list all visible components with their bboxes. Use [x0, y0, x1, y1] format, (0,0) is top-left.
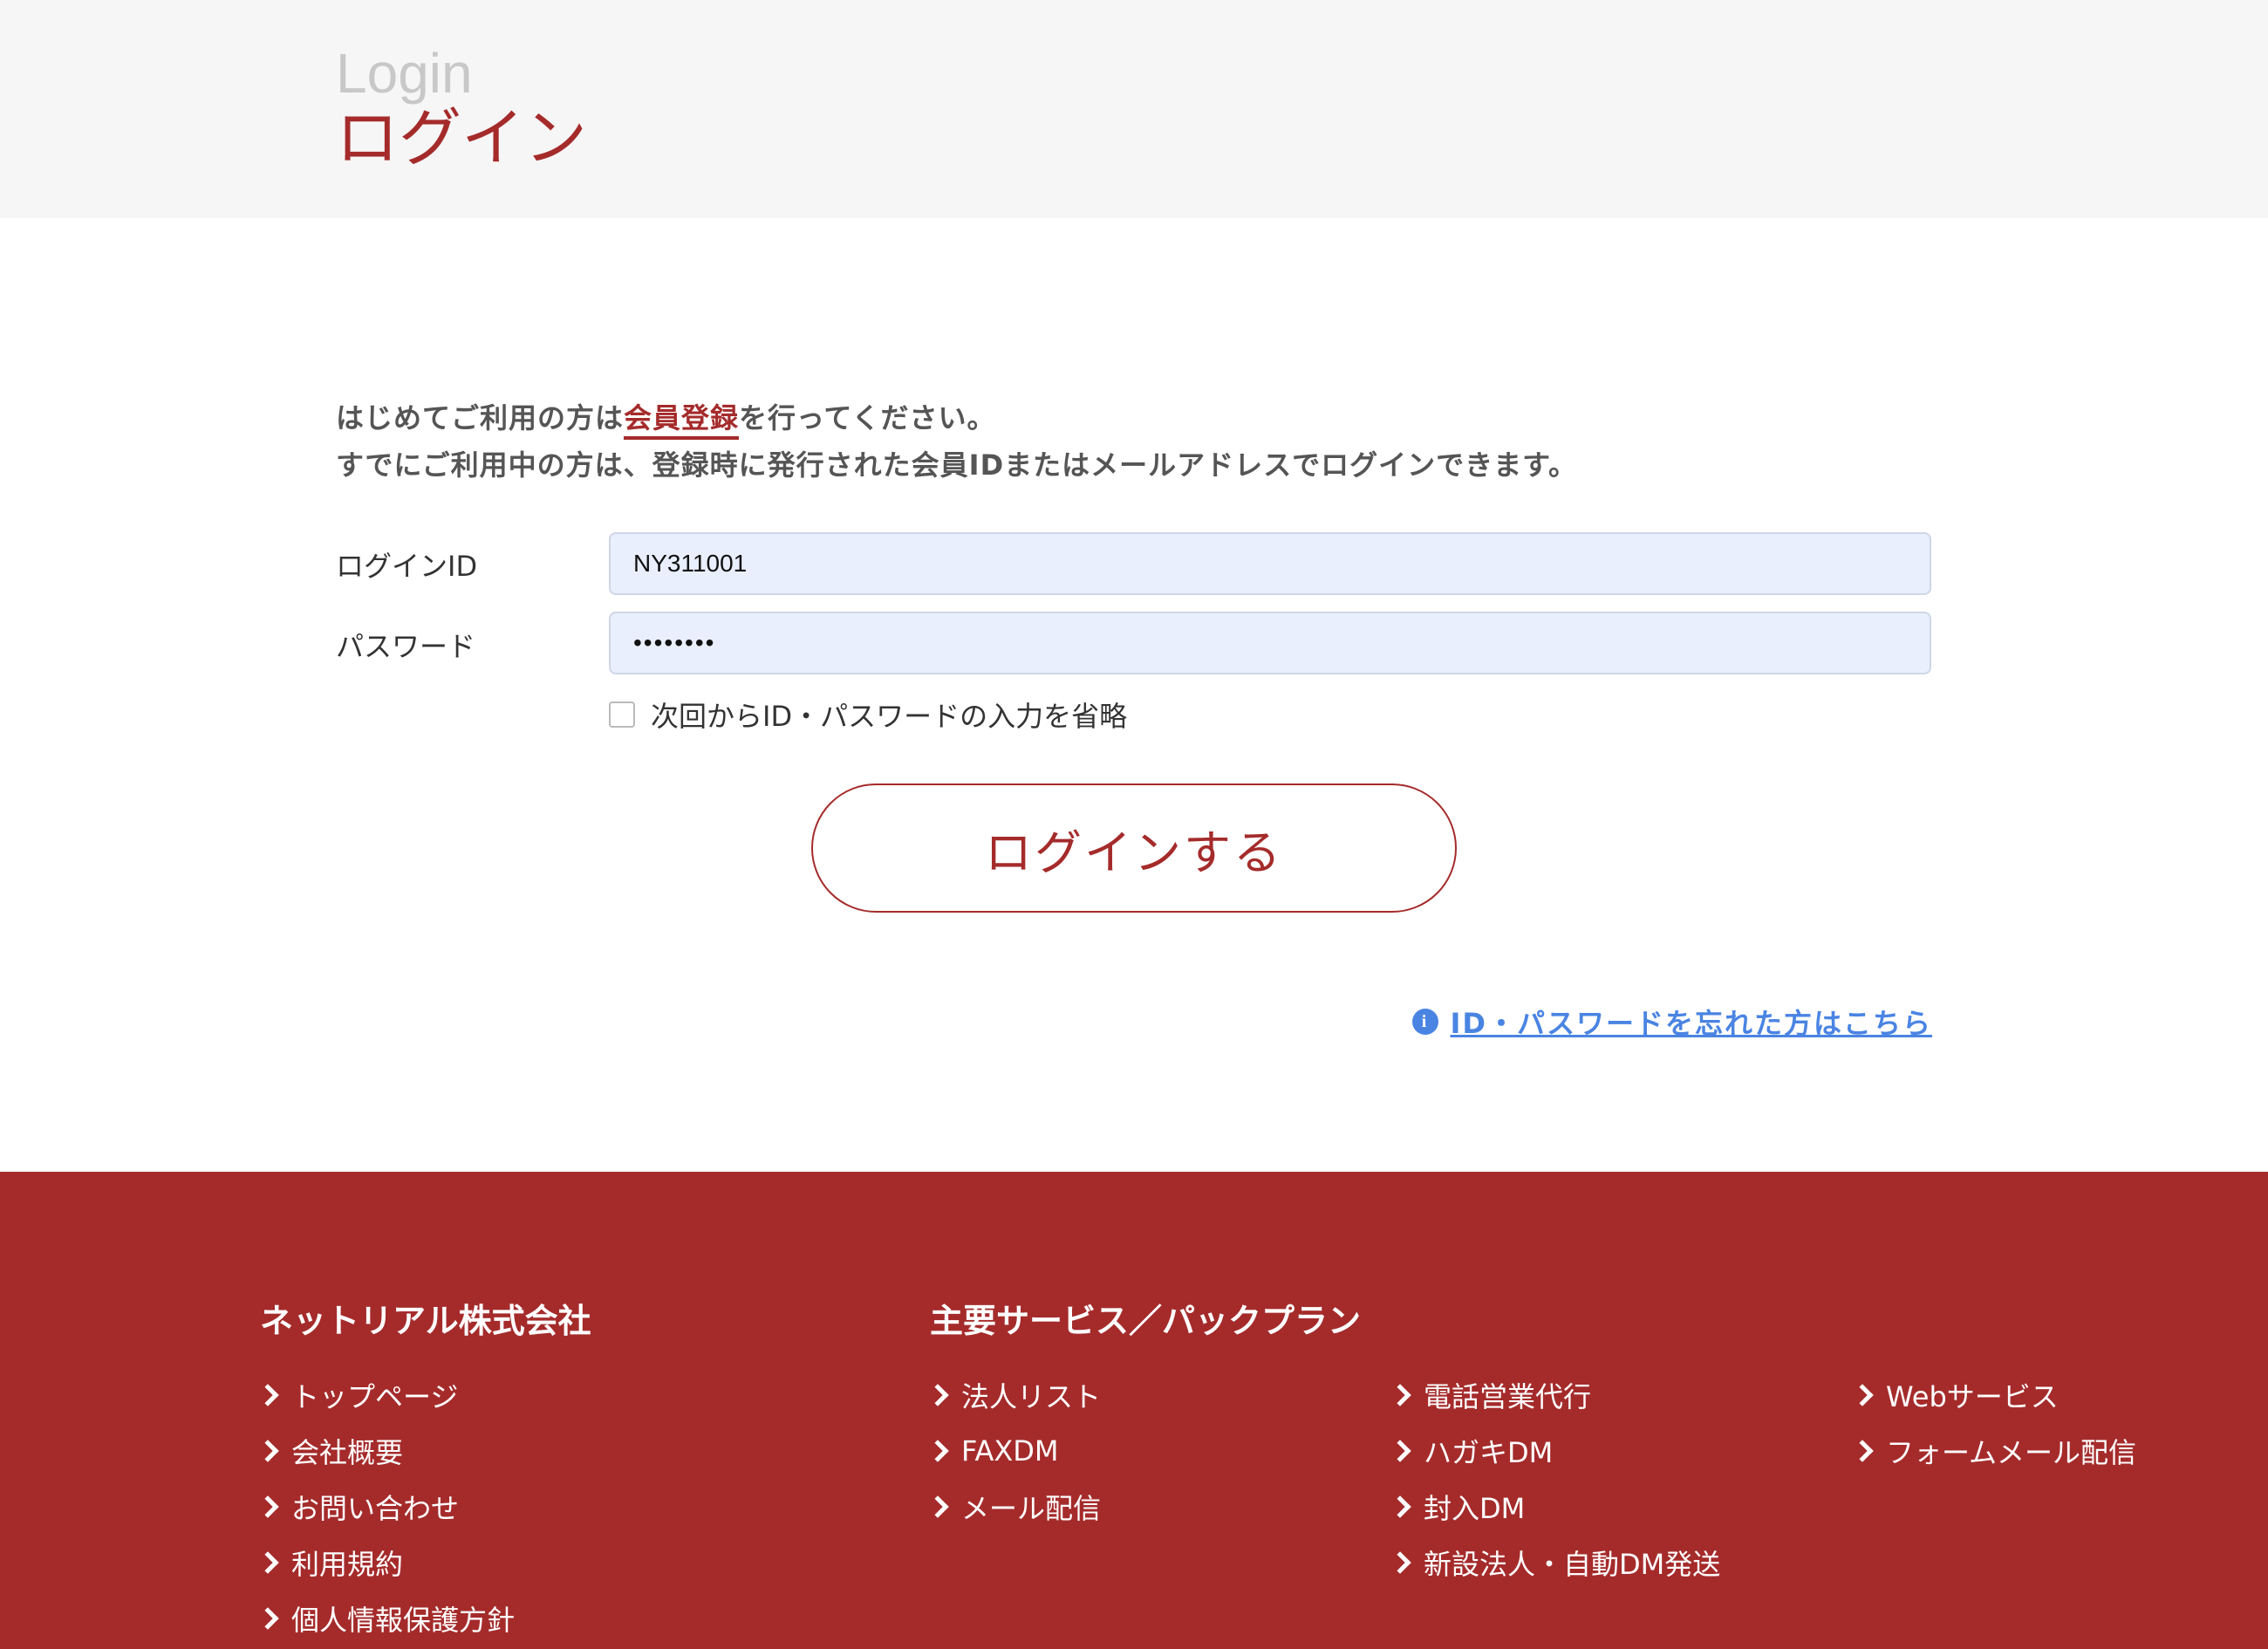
password-label: パスワード [336, 630, 476, 663]
footer-link-enclosed-dm[interactable]: 封入DM [1389, 1479, 1720, 1535]
footer: ネットリアル株式会社 主要サービス／パックプラン トップページ 会社概要 お問い… [0, 1172, 2268, 1649]
remember-me[interactable]: 次回からID・パスワードの入力を省略 [609, 694, 1127, 735]
footer-link-privacy[interactable]: 個人情報保護方針 [256, 1591, 516, 1646]
chevron-right-icon [256, 1607, 279, 1630]
footer-link-mail[interactable]: メール配信 [926, 1479, 1102, 1535]
intro-line-2: すでにご利用中の方は、登録時に発行された会員IDまたはメールアドレスでログインで… [336, 448, 1577, 482]
footer-link-web-service[interactable]: Webサービス [1851, 1367, 2136, 1423]
page-header: Login ログイン [0, 0, 2268, 218]
footer-link-top[interactable]: トップページ [256, 1367, 515, 1423]
page-title: ログイン [336, 101, 588, 174]
password-input[interactable] [609, 612, 1931, 674]
footer-link-new-corp-dm[interactable]: 新設法人・自動DM発送 [1389, 1535, 1721, 1591]
footer-services-col-3: Webサービス フォームメール配信 [1851, 1367, 2137, 1479]
footer-company-heading: ネットリアル株式会社 [260, 1302, 591, 1340]
chevron-right-icon [1389, 1551, 1411, 1574]
intro-line-1: はじめてご利用の方は会員登録を行ってください。 [336, 394, 1577, 441]
footer-link-label: FAXDM [961, 1434, 1059, 1468]
remember-label: 次回からID・パスワードの入力を省略 [651, 700, 1128, 733]
footer-link-label: 利用規約 [291, 1548, 404, 1581]
footer-link-company[interactable]: 会社概要 [256, 1423, 515, 1479]
forgot-password-label: ID・パスワードを忘れた方はこちら [1450, 1007, 1932, 1040]
footer-link-label: お問い合わせ [291, 1492, 460, 1525]
chevron-right-icon [1851, 1440, 1874, 1462]
footer-link-corporate-list[interactable]: 法人リスト [926, 1367, 1102, 1423]
chevron-right-icon [256, 1384, 279, 1406]
chevron-right-icon [256, 1551, 279, 1574]
chevron-right-icon [256, 1440, 279, 1462]
footer-link-label: メール配信 [961, 1492, 1102, 1525]
login-button[interactable]: ログインする [811, 783, 1457, 913]
footer-link-telesales[interactable]: 電話営業代行 [1389, 1367, 1720, 1423]
intro-line-1-before: はじめてご利用の方は [336, 401, 625, 434]
chevron-right-icon [256, 1495, 279, 1518]
footer-link-postcard-dm[interactable]: ハガキDM [1389, 1423, 1720, 1479]
intro-text: はじめてご利用の方は会員登録を行ってください。 すでにご利用中の方は、登録時に発… [336, 394, 1577, 489]
footer-services-col-1: 法人リスト FAXDM メール配信 [926, 1367, 1102, 1535]
footer-link-terms[interactable]: 利用規約 [256, 1535, 515, 1591]
footer-link-label: フォームメール配信 [1886, 1436, 2137, 1469]
footer-services-heading: 主要サービス／パックプラン [930, 1302, 1362, 1340]
info-icon: i [1411, 1009, 1438, 1035]
footer-link-label: 電話営業代行 [1424, 1380, 1592, 1413]
chevron-right-icon [1389, 1384, 1411, 1406]
footer-link-label: Webサービス [1886, 1380, 2059, 1413]
forgot-password-link[interactable]: i ID・パスワードを忘れた方はこちら [1411, 1002, 1932, 1042]
footer-company-links: トップページ 会社概要 お問い合わせ 利用規約 個人情報保護方針 [256, 1367, 516, 1646]
chevron-right-icon [1851, 1384, 1874, 1406]
chevron-right-icon [1389, 1495, 1411, 1518]
footer-link-form-mail[interactable]: フォームメール配信 [1851, 1423, 2137, 1479]
chevron-right-icon [926, 1440, 949, 1462]
footer-services-col-2: 電話営業代行 ハガキDM 封入DM 新設法人・自動DM発送 [1389, 1367, 1721, 1591]
footer-link-label: 封入DM [1424, 1492, 1526, 1525]
footer-link-label: 個人情報保護方針 [291, 1604, 516, 1637]
chevron-right-icon [926, 1384, 949, 1406]
intro-line-1-after: を行ってください。 [739, 401, 996, 434]
login-id-input[interactable] [609, 532, 1931, 595]
login-id-label: ログインID [336, 550, 478, 583]
chevron-right-icon [926, 1495, 949, 1518]
footer-link-contact[interactable]: お問い合わせ [256, 1479, 515, 1535]
footer-link-label: 法人リスト [961, 1380, 1102, 1413]
footer-link-label: 会社概要 [291, 1436, 404, 1469]
footer-link-faxdm[interactable]: FAXDM [926, 1423, 1101, 1479]
footer-link-label: 新設法人・自動DM発送 [1424, 1548, 1721, 1581]
remember-checkbox[interactable] [609, 701, 635, 728]
footer-link-label: トップページ [291, 1380, 459, 1413]
member-registration-link[interactable]: 会員登録 [624, 401, 740, 440]
chevron-right-icon [1389, 1440, 1411, 1462]
footer-link-label: ハガキDM [1424, 1436, 1554, 1469]
